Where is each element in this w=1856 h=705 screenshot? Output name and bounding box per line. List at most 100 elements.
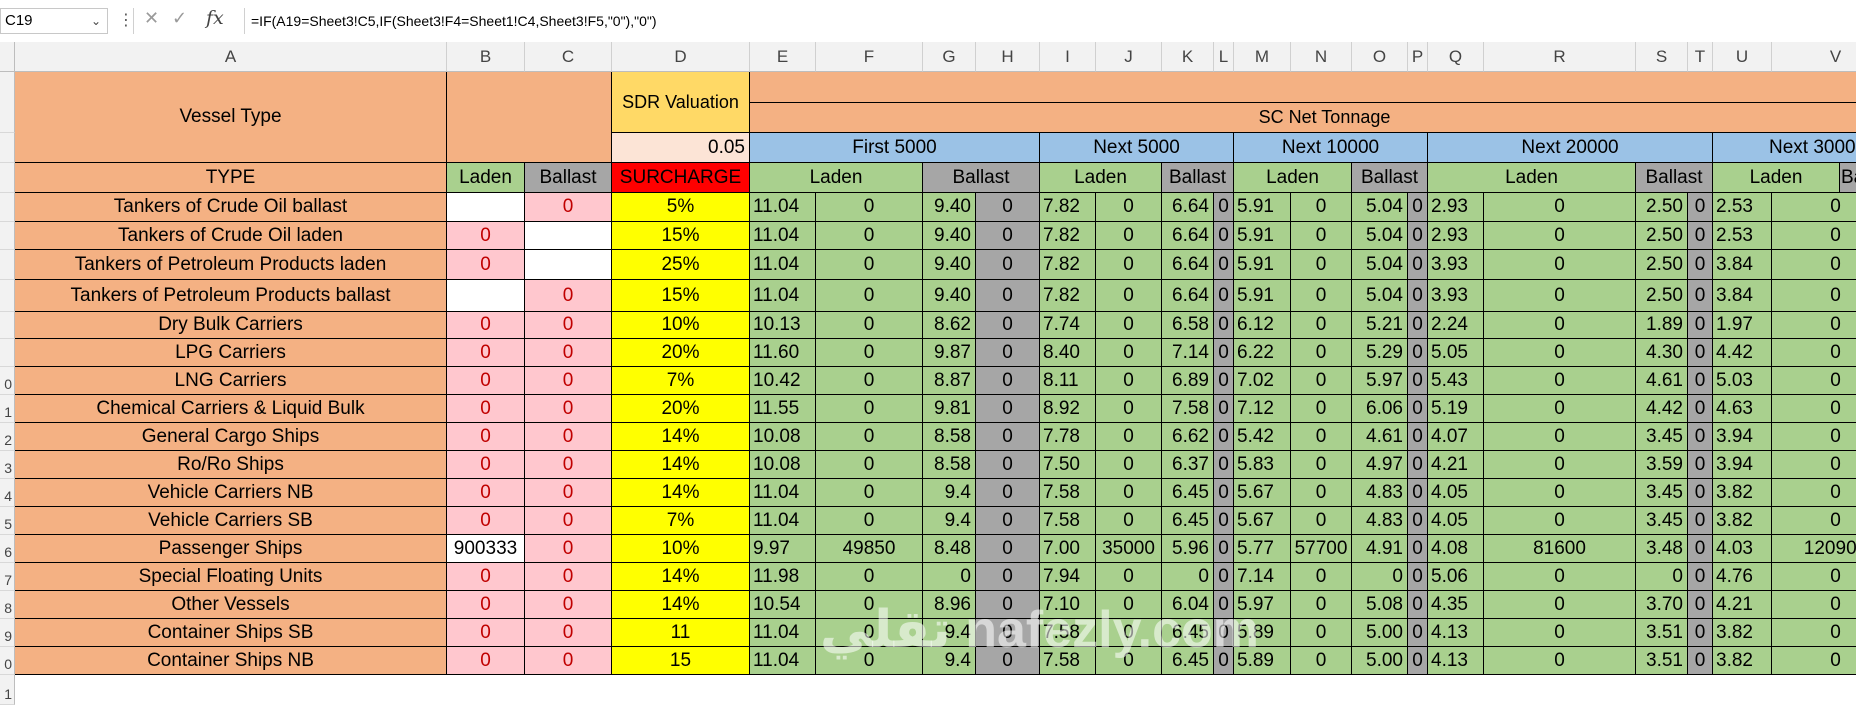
h-cell[interactable]: 0 [976, 423, 1040, 451]
name-box[interactable]: C19 ⌄ [0, 8, 108, 34]
r-cell[interactable]: 0 [1484, 312, 1636, 339]
q-cell[interactable]: 5.05 [1428, 339, 1484, 367]
row-header[interactable]: 4 [0, 479, 15, 507]
ballast-cell[interactable]: 0 [525, 619, 612, 647]
e-cell[interactable]: 10.08 [750, 423, 816, 451]
column-header-V[interactable]: V [1772, 42, 1856, 72]
n-cell[interactable]: 0 [1291, 193, 1352, 222]
k-cell[interactable]: 7.58 [1162, 395, 1214, 423]
v-cell[interactable]: 0 [1772, 250, 1856, 280]
o-cell[interactable]: 5.00 [1352, 647, 1408, 675]
column-header-U[interactable]: U [1713, 42, 1772, 72]
laden-cell[interactable] [447, 193, 525, 222]
m-cell[interactable]: 5.91 [1234, 222, 1291, 250]
v-cell[interactable]: 0 [1772, 222, 1856, 250]
surcharge-cell[interactable]: 5% [612, 193, 750, 222]
vessel-type-cell[interactable]: Other Vessels [15, 591, 447, 619]
r-cell[interactable]: 0 [1484, 451, 1636, 479]
o-cell[interactable]: 4.83 [1352, 479, 1408, 507]
p-cell[interactable]: 0 [1408, 451, 1428, 479]
r-cell[interactable]: 0 [1484, 423, 1636, 451]
column-header-F[interactable]: F [816, 42, 923, 72]
n-cell[interactable]: 0 [1291, 250, 1352, 280]
m-cell[interactable]: 5.77 [1234, 535, 1291, 563]
l-cell[interactable]: 0 [1214, 222, 1234, 250]
g-cell[interactable]: 9.87 [923, 339, 976, 367]
p-cell[interactable]: 0 [1408, 280, 1428, 312]
v-cell[interactable]: 0 [1772, 507, 1856, 535]
m-cell[interactable]: 5.83 [1234, 451, 1291, 479]
column-header-E[interactable]: E [750, 42, 816, 72]
f-cell[interactable]: 0 [816, 367, 923, 395]
q-cell[interactable]: 2.24 [1428, 312, 1484, 339]
i-cell[interactable]: 7.58 [1040, 479, 1096, 507]
vessel-type-cell[interactable]: Container Ships NB [15, 647, 447, 675]
column-header-R[interactable]: R [1484, 42, 1636, 72]
ballast-cell[interactable]: 0 [525, 507, 612, 535]
f-cell[interactable]: 0 [816, 423, 923, 451]
g-cell[interactable]: 8.58 [923, 423, 976, 451]
ballast-cell[interactable] [525, 222, 612, 250]
u-cell[interactable]: 3.82 [1713, 479, 1772, 507]
surcharge-cell[interactable]: 15% [612, 222, 750, 250]
t-cell[interactable]: 0 [1688, 193, 1713, 222]
laden-header[interactable]: Laden [447, 163, 525, 193]
sc-net-tonnage-header[interactable]: SC Net Tonnage [750, 103, 1856, 133]
h-cell[interactable]: 0 [976, 222, 1040, 250]
f-cell[interactable]: 0 [816, 280, 923, 312]
i-cell[interactable]: 7.58 [1040, 507, 1096, 535]
i-cell[interactable]: 8.92 [1040, 395, 1096, 423]
q-cell[interactable]: 4.13 [1428, 619, 1484, 647]
q-cell[interactable]: 5.43 [1428, 367, 1484, 395]
j-cell[interactable]: 35000 [1096, 535, 1162, 563]
band-header[interactable]: Next 5000 [1040, 133, 1234, 163]
o-cell[interactable]: 5.21 [1352, 312, 1408, 339]
k-cell[interactable]: 6.64 [1162, 280, 1214, 312]
vessel-type-cell[interactable]: Special Floating Units [15, 563, 447, 591]
p-cell[interactable]: 0 [1408, 339, 1428, 367]
laden-subheader[interactable]: Laden [1713, 163, 1840, 193]
ballast-subheader[interactable]: Ballast [1352, 163, 1428, 193]
k-cell[interactable]: 6.62 [1162, 423, 1214, 451]
p-cell[interactable]: 0 [1408, 367, 1428, 395]
e-cell[interactable]: 11.04 [750, 250, 816, 280]
chevron-down-icon[interactable]: ⌄ [91, 9, 101, 33]
t-cell[interactable]: 0 [1688, 535, 1713, 563]
n-cell[interactable]: 0 [1291, 367, 1352, 395]
row-header[interactable] [0, 250, 15, 280]
l-cell[interactable]: 0 [1214, 395, 1234, 423]
l-cell[interactable]: 0 [1214, 280, 1234, 312]
ballast-cell[interactable]: 0 [525, 367, 612, 395]
r-cell[interactable]: 0 [1484, 395, 1636, 423]
row-header[interactable] [0, 280, 15, 312]
m-cell[interactable]: 5.91 [1234, 280, 1291, 312]
laden-cell[interactable]: 0 [447, 563, 525, 591]
p-cell[interactable]: 0 [1408, 507, 1428, 535]
insert-function-icon[interactable]: fx [206, 7, 224, 29]
j-cell[interactable]: 0 [1096, 563, 1162, 591]
ballast-cell[interactable]: 0 [525, 535, 612, 563]
o-cell[interactable]: 5.08 [1352, 591, 1408, 619]
row-header[interactable]: 2 [0, 423, 15, 451]
ballast-cell[interactable]: 0 [525, 395, 612, 423]
h-cell[interactable]: 0 [976, 535, 1040, 563]
s-cell[interactable]: 3.45 [1636, 423, 1688, 451]
column-header-D[interactable]: D [612, 42, 750, 72]
surcharge-cell[interactable]: 10% [612, 312, 750, 339]
blank-header-bc[interactable] [447, 72, 612, 163]
k-cell[interactable]: 6.89 [1162, 367, 1214, 395]
ballast-cell[interactable]: 0 [525, 479, 612, 507]
h-cell[interactable]: 0 [976, 395, 1040, 423]
l-cell[interactable]: 0 [1214, 535, 1234, 563]
t-cell[interactable]: 0 [1688, 507, 1713, 535]
u-cell[interactable]: 3.94 [1713, 423, 1772, 451]
ballast-cell[interactable]: 0 [525, 451, 612, 479]
laden-cell[interactable]: 0 [447, 591, 525, 619]
e-cell[interactable]: 10.08 [750, 451, 816, 479]
f-cell[interactable]: 0 [816, 479, 923, 507]
n-cell[interactable]: 0 [1291, 451, 1352, 479]
v-cell[interactable]: 0 [1772, 563, 1856, 591]
v-cell[interactable]: 0 [1772, 193, 1856, 222]
e-cell[interactable]: 11.04 [750, 507, 816, 535]
select-all-corner[interactable] [0, 42, 15, 72]
